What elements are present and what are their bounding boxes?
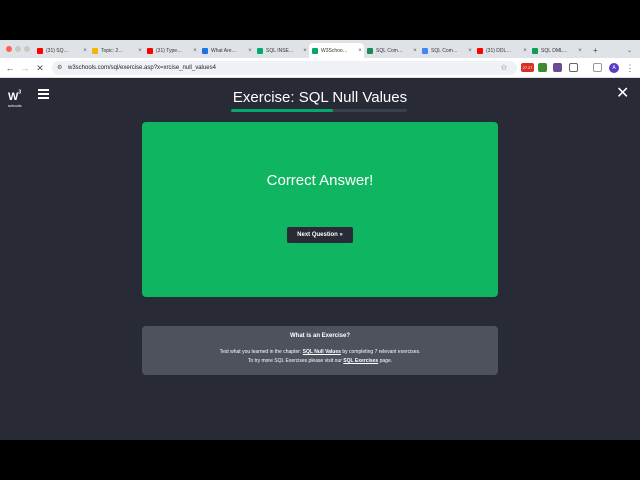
close-window-icon[interactable] [6, 46, 12, 52]
profile-avatar[interactable]: A [609, 63, 619, 73]
close-tab-icon[interactable]: × [521, 48, 529, 54]
page-title: Exercise: SQL Null Values [232, 89, 408, 106]
close-tab-icon[interactable]: × [411, 48, 419, 54]
side-panel-icon[interactable] [593, 63, 602, 72]
close-tab-icon[interactable]: × [466, 48, 474, 54]
back-icon[interactable]: ← [4, 62, 16, 74]
tab-title: What Are… [211, 47, 237, 54]
bookmark-star-icon[interactable]: ☆ [498, 62, 510, 74]
w3schools-top-bar: W3 schools Exercise: SQL Null Values ✕ [0, 78, 640, 114]
tab-title: (31) DDL… [486, 47, 512, 54]
tab-title: Topic: 2… [101, 47, 124, 54]
site-info-icon[interactable]: ⚙ [57, 61, 62, 75]
result-card: Correct Answer! Next Question » [142, 122, 498, 297]
tab-favicon-icon [312, 47, 318, 54]
tab-title: SQL DML… [541, 47, 568, 54]
tab-favicon-icon [477, 47, 483, 54]
browser-tab[interactable]: (31) SQ… × [34, 43, 89, 58]
stop-loading-icon[interactable]: ✕ [34, 62, 46, 74]
result-message: Correct Answer! [266, 172, 374, 189]
browser-tab[interactable]: SQL Com… × [364, 43, 419, 58]
browser-tab[interactable]: W3Schoo… × [309, 43, 364, 58]
tab-favicon-icon [367, 47, 373, 54]
close-tab-icon[interactable]: × [191, 48, 199, 54]
browser-tab[interactable]: (31) Type… × [144, 43, 199, 58]
extension-icon[interactable] [553, 63, 562, 72]
browser-window: (31) SQ… × Topic: 2… × (31) Type… × What Are… ×… [0, 40, 640, 440]
tab-favicon-icon [422, 47, 428, 54]
close-tab-icon[interactable]: × [81, 48, 89, 54]
browser-tab[interactable]: SQL DML… × [529, 43, 584, 58]
tab-favicon-icon [92, 47, 98, 54]
maximize-window-icon[interactable] [24, 46, 30, 52]
next-question-button[interactable]: Next Question » [287, 227, 353, 243]
info-text: Test what you learned in the chapter: SQ… [219, 349, 421, 364]
tab-strip: (31) SQ… × Topic: 2… × (31) Type… × What Are… ×… [0, 40, 640, 58]
close-tab-icon[interactable]: × [136, 48, 144, 54]
tab-favicon-icon [202, 47, 208, 54]
exercise-info-box: What is an Exercise? Test what you learn… [142, 326, 498, 375]
browser-menu-icon[interactable]: ⋮ [624, 62, 636, 74]
browser-tab[interactable]: SQL INSE… × [254, 43, 309, 58]
browser-toolbar: ← → ✕ ⚙ w3schools.com/sql/exercise.asp?x… [0, 58, 640, 78]
chapter-link[interactable]: SQL Null Values [303, 349, 341, 355]
browser-tab[interactable]: Topic: 2… × [89, 43, 144, 58]
tab-title: W3Schoo… [321, 47, 348, 54]
tab-title: SQL INSE… [266, 47, 294, 54]
tab-title: SQL Com… [376, 47, 403, 54]
exercise-progress-bar [231, 109, 407, 112]
extension-icon[interactable] [538, 63, 547, 72]
browser-tab[interactable]: (31) DDL… × [474, 43, 529, 58]
extension-badge[interactable]: 27.27 [521, 63, 534, 72]
forward-icon[interactable]: → [19, 62, 31, 74]
tab-favicon-icon [37, 47, 43, 54]
url-text: w3schools.com/sql/exercise.asp?x=xrcise_… [68, 65, 216, 71]
tab-title: SQL Com… [431, 47, 458, 54]
tab-title: (31) Type… [156, 47, 183, 54]
sql-exercises-link[interactable]: SQL Exercises [343, 358, 378, 364]
tab-favicon-icon [147, 47, 153, 54]
close-tab-icon[interactable]: × [356, 48, 364, 54]
progress-fill [231, 109, 334, 112]
close-tab-icon[interactable]: × [301, 48, 309, 54]
browser-tab[interactable]: SQL Com… × [419, 43, 474, 58]
tab-title: (31) SQ… [46, 47, 69, 54]
close-tab-icon[interactable]: × [246, 48, 254, 54]
close-exercise-icon[interactable]: ✕ [616, 86, 629, 102]
tab-favicon-icon [532, 47, 538, 54]
close-tab-icon[interactable]: × [576, 48, 584, 54]
new-tab-button[interactable]: + [590, 43, 602, 58]
minimize-window-icon[interactable] [15, 46, 21, 52]
address-bar[interactable]: ⚙ w3schools.com/sql/exercise.asp?x=xrcis… [52, 61, 517, 75]
browser-tab[interactable]: What Are… × [199, 43, 254, 58]
extensions-puzzle-icon[interactable] [569, 63, 578, 72]
tab-favicon-icon [257, 47, 263, 54]
info-heading: What is an Exercise? [289, 333, 351, 339]
tab-search-icon[interactable]: ⌄ [624, 43, 636, 58]
